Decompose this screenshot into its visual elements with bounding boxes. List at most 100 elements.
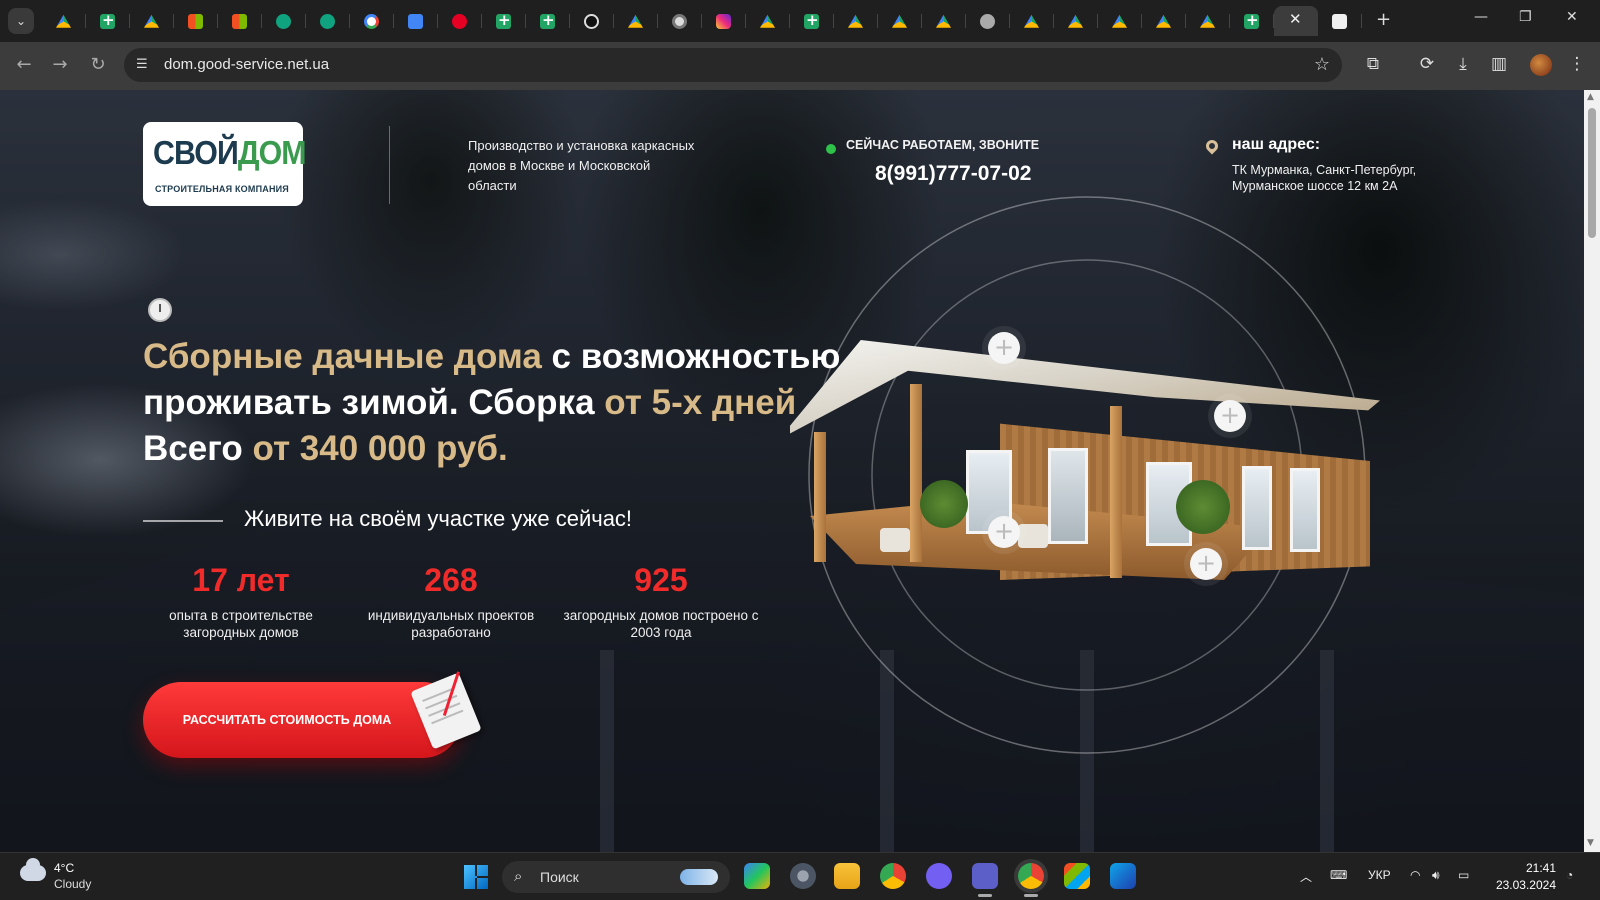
cabin-window xyxy=(1290,468,1320,552)
chrome-active-icon[interactable] xyxy=(1018,863,1044,897)
extensions-icon[interactable]: ⧉ xyxy=(1362,54,1384,74)
tab[interactable] xyxy=(350,6,394,36)
cloud-weather-icon[interactable] xyxy=(20,858,46,881)
tab-active[interactable]: ✕ xyxy=(1274,6,1318,36)
tab[interactable] xyxy=(658,6,702,36)
drive-icon xyxy=(936,14,951,28)
keyboard-icon[interactable]: ⌨ xyxy=(1330,868,1347,882)
copilot-icon[interactable] xyxy=(744,863,770,889)
scroll-down-icon[interactable]: ▼ xyxy=(1587,838,1594,848)
language-indicator[interactable]: УКР xyxy=(1368,868,1391,882)
hotspot-plus-icon[interactable]: + xyxy=(988,332,1020,364)
tab[interactable] xyxy=(306,6,350,36)
cabin-post xyxy=(1110,406,1122,578)
chatgpt-icon xyxy=(320,14,335,29)
profile-avatar[interactable] xyxy=(1530,54,1552,76)
tab[interactable] xyxy=(526,6,570,36)
tab[interactable] xyxy=(394,6,438,36)
show-hidden-icons-icon[interactable]: ︿ xyxy=(1300,868,1312,885)
site-info-icon[interactable]: ☰ xyxy=(136,57,148,72)
tab[interactable] xyxy=(1098,6,1142,36)
close-icon[interactable]: ✕ xyxy=(1289,10,1302,28)
tab[interactable] xyxy=(1186,6,1230,36)
drive-icon xyxy=(1156,14,1171,28)
bookmark-star-icon[interactable]: ☆ xyxy=(1314,54,1330,75)
tab[interactable] xyxy=(438,6,482,36)
viber-icon[interactable] xyxy=(926,863,952,889)
wifi-icon[interactable]: ◠ xyxy=(1410,868,1420,882)
sheets-icon xyxy=(540,11,555,29)
translate-icon xyxy=(408,14,423,29)
tab[interactable] xyxy=(702,6,746,36)
tab[interactable] xyxy=(614,6,658,36)
download-icon[interactable]: ⤓ xyxy=(1452,54,1474,74)
teams-icon[interactable] xyxy=(972,863,998,897)
scroll-thumb[interactable] xyxy=(1588,108,1596,238)
volume-icon[interactable]: 🔊︎ xyxy=(1432,868,1440,883)
tab[interactable] xyxy=(218,6,262,36)
google-icon xyxy=(364,14,379,29)
new-tab-icon[interactable]: + xyxy=(1376,9,1391,30)
tab-strip: ⌄ ✕ + — ❐ ✕ xyxy=(0,0,1600,42)
minimize-icon[interactable]: — xyxy=(1474,9,1488,25)
tab[interactable] xyxy=(790,6,834,36)
tab[interactable] xyxy=(922,6,966,36)
store-icon[interactable] xyxy=(1064,863,1090,889)
tab[interactable] xyxy=(1010,6,1054,36)
cabin-post xyxy=(814,432,826,562)
tab[interactable] xyxy=(966,6,1010,36)
tab[interactable] xyxy=(1318,6,1362,36)
hotspot-plus-icon[interactable]: + xyxy=(988,516,1020,548)
address-bar[interactable]: ☰ dom.good-service.net.ua ☆ xyxy=(124,48,1342,82)
tab[interactable] xyxy=(878,6,922,36)
tab[interactable] xyxy=(746,6,790,36)
back-icon[interactable]: ← xyxy=(12,54,36,75)
tab[interactable] xyxy=(834,6,878,36)
tab[interactable] xyxy=(42,6,86,36)
notification-icon[interactable]: ◔ xyxy=(1566,868,1573,882)
instagram-icon xyxy=(716,14,731,29)
sync-icon[interactable]: ⟳ xyxy=(1416,54,1438,74)
weather-condition[interactable]: Cloudy xyxy=(54,877,91,891)
tab[interactable] xyxy=(1230,6,1274,36)
restore-icon[interactable]: ❐ xyxy=(1519,9,1532,25)
battery-icon[interactable]: ▭ xyxy=(1458,868,1469,882)
tab-separator xyxy=(1361,14,1362,28)
tab[interactable] xyxy=(174,6,218,36)
tab[interactable] xyxy=(482,6,526,36)
cabin-post xyxy=(910,384,922,562)
cabin-illustration xyxy=(790,340,1380,610)
page-scrollbar[interactable]: ▲ ▼ xyxy=(1584,90,1600,852)
reload-icon[interactable]: ↻ xyxy=(86,54,110,75)
chrome-icon[interactable] xyxy=(880,863,906,889)
url-text[interactable]: dom.good-service.net.ua xyxy=(164,56,329,73)
tab-search-icon[interactable]: ⌄ xyxy=(8,8,34,34)
hotspot-plus-icon[interactable]: + xyxy=(1214,400,1246,432)
forward-icon[interactable]: → xyxy=(48,54,72,75)
sheets-icon xyxy=(100,11,115,29)
tab[interactable] xyxy=(570,6,614,36)
chrome-icon xyxy=(672,14,687,29)
tab[interactable] xyxy=(1054,6,1098,36)
scroll-up-icon[interactable]: ▲ xyxy=(1587,92,1594,102)
system-clock[interactable]: 21:41 23.03.2024 xyxy=(1490,860,1556,894)
tab[interactable] xyxy=(262,6,306,36)
tab[interactable] xyxy=(86,6,130,36)
drive-icon xyxy=(760,14,775,28)
weather-temperature[interactable]: 4°C xyxy=(54,861,74,875)
menu-kebab-icon[interactable]: ⋮ xyxy=(1566,54,1588,74)
photos-icon[interactable] xyxy=(1110,863,1136,889)
tab[interactable] xyxy=(130,6,174,36)
search-placeholder: Поиск xyxy=(540,869,579,885)
clock-time: 21:41 xyxy=(1525,861,1556,875)
taskbar-search[interactable]: ⌕ Поиск xyxy=(502,861,730,893)
browser-toolbar: ← → ↻ ☰ dom.good-service.net.ua ☆ ⧉ ⟳ ⤓ … xyxy=(0,42,1600,90)
drive-icon xyxy=(1112,14,1127,28)
windows-start-icon[interactable] xyxy=(464,865,488,889)
file-explorer-icon[interactable] xyxy=(834,863,860,889)
window-close-icon[interactable]: ✕ xyxy=(1566,9,1578,25)
hotspot-plus-icon[interactable]: + xyxy=(1190,548,1222,580)
settings-gear-icon[interactable] xyxy=(790,863,816,889)
tab[interactable] xyxy=(1142,6,1186,36)
side-panel-icon[interactable]: ▥ xyxy=(1488,54,1510,74)
